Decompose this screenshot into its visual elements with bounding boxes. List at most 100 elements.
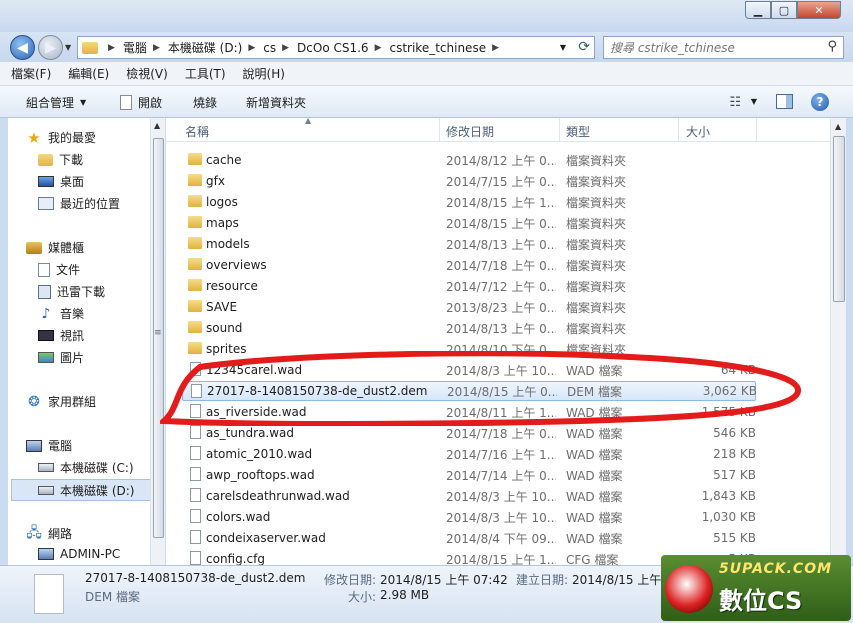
column-size[interactable]: 大小 xyxy=(686,123,710,140)
file-row[interactable]: colors.wad 2014/8/3 上午 10... WAD 檔案 1,030 K… xyxy=(182,507,756,527)
file-row[interactable]: sound 2014/8/13 上午 0... 檔案資料夾 xyxy=(182,318,756,338)
chevron-right-icon: ▶ xyxy=(492,42,499,53)
organize-button[interactable]: 組合管理 ▼ xyxy=(26,94,86,111)
help-icon[interactable]: ? xyxy=(811,93,829,111)
column-type[interactable]: 類型 xyxy=(566,123,590,140)
column-divider[interactable] xyxy=(756,118,757,142)
nav-network[interactable]: 🖧 網路 xyxy=(26,525,72,542)
forward-button[interactable]: ▶ xyxy=(38,35,63,60)
chevron-right-icon: ▶ xyxy=(374,42,382,53)
column-divider[interactable] xyxy=(439,118,440,142)
file-date: 2014/7/15 上午 0... xyxy=(446,174,556,189)
search-icon[interactable]: ⚲ xyxy=(827,39,837,54)
back-button[interactable]: ◀ xyxy=(10,35,35,60)
scroll-up-icon[interactable]: ▲ xyxy=(835,122,841,131)
scroll-up-icon[interactable]: ▲ xyxy=(154,121,160,130)
column-name[interactable]: 名稱 xyxy=(185,123,209,140)
file-name: maps xyxy=(206,216,239,230)
file-row[interactable]: overviews 2014/7/18 上午 0... 檔案資料夾 xyxy=(182,255,756,275)
breadcrumb-root[interactable]: ▶ xyxy=(102,43,123,53)
nav-drive-d[interactable]: 本機磁碟 (D:) xyxy=(11,479,151,501)
file-row[interactable]: as_tundra.wad 2014/7/18 上午 0... WAD 檔案 546 … xyxy=(182,423,756,443)
file-row[interactable]: cache 2014/8/12 上午 0... 檔案資料夾 xyxy=(182,150,756,170)
preview-pane-icon[interactable] xyxy=(776,94,793,109)
open-button[interactable]: 開啟 xyxy=(120,94,162,111)
file-row[interactable]: carelsdeathrunwad.wad 2014/8/3 上午 10... WA… xyxy=(182,486,756,506)
nav-admin-pc[interactable]: ADMIN-PC xyxy=(38,547,120,561)
file-list-scroll-thumb[interactable] xyxy=(833,136,845,302)
nav-scrollbar[interactable]: ▲ ≡ xyxy=(150,118,165,565)
menu-help[interactable]: 說明(H) xyxy=(243,65,285,82)
burn-button[interactable]: 燒錄 xyxy=(193,94,217,111)
address-dropdown-icon[interactable]: ▼ xyxy=(560,43,566,52)
nav-thunder-downloads[interactable]: 迅雷下載 xyxy=(38,283,105,300)
file-row[interactable]: awp_rooftops.wad 2014/7/14 上午 0... WAD 檔案 5… xyxy=(182,465,756,485)
search-box[interactable]: ⚲ xyxy=(603,36,844,59)
column-divider[interactable] xyxy=(559,118,560,142)
folder-icon xyxy=(188,174,202,186)
file-row[interactable]: as_riverside.wad 2014/8/11 上午 1... WAD 檔案 1… xyxy=(182,402,756,422)
nav-homegroup[interactable]: ❂ 家用群組 xyxy=(26,393,96,410)
nav-libraries[interactable]: 媒體櫃 xyxy=(26,239,84,256)
column-date[interactable]: 修改日期 xyxy=(446,123,494,140)
file-type: WAD 檔案 xyxy=(566,363,623,378)
file-row[interactable]: maps 2014/8/15 上午 0... 檔案資料夾 xyxy=(182,213,756,233)
column-divider[interactable] xyxy=(678,118,679,142)
file-row[interactable]: 27017-8-1408150738-de_dust2.dem 2014/8/15… xyxy=(182,381,757,401)
nav-drive-c[interactable]: 本機磁碟 (C:) xyxy=(38,459,134,476)
file-list-scrollbar[interactable]: ▲ xyxy=(830,118,846,565)
menu-edit[interactable]: 編輯(E) xyxy=(68,65,109,82)
detail-modified-label: 修改日期: xyxy=(324,573,377,587)
maximize-button[interactable]: ▢ xyxy=(771,1,797,19)
title-bar: ▁ ▢ ✕ xyxy=(0,0,853,32)
watermark-site: 5UPACK.COM xyxy=(719,561,833,577)
file-row[interactable]: condeixaserver.wad 2014/8/4 下午 09... WAD 檔… xyxy=(182,528,756,548)
breadcrumb-drive-d[interactable]: 本機磁碟 (D:) ▶ xyxy=(168,39,263,56)
file-row[interactable]: SAVE 2013/8/23 上午 0... 檔案資料夾 xyxy=(182,297,756,317)
nav-documents[interactable]: 文件 xyxy=(38,261,80,278)
nav-desktop[interactable]: 桌面 xyxy=(38,173,84,190)
nav-videos[interactable]: 視訊 xyxy=(38,327,84,344)
file-row[interactable]: gfx 2014/7/15 上午 0... 檔案資料夾 xyxy=(182,171,756,191)
file-row[interactable]: sprites 2014/8/10 下午 0... 檔案資料夾 xyxy=(182,339,756,359)
file-date: 2014/8/3 上午 10... xyxy=(446,363,556,378)
nav-pictures[interactable]: 圖片 xyxy=(38,349,84,366)
breadcrumb-dcoo[interactable]: DcOo CS1.6 ▶ xyxy=(297,41,389,55)
nav-favorites[interactable]: ★ 我的最愛 xyxy=(26,129,96,147)
grip-icon: ≡ xyxy=(154,328,162,338)
file-row[interactable]: logos 2014/8/15 上午 1... 檔案資料夾 xyxy=(182,192,756,212)
search-input[interactable] xyxy=(610,40,810,55)
drive-icon xyxy=(38,485,54,495)
menu-view[interactable]: 檢視(V) xyxy=(126,65,168,82)
nav-downloads[interactable]: 下載 xyxy=(38,151,83,168)
breadcrumb-computer[interactable]: 電腦 ▶ xyxy=(123,39,168,56)
recent-pages-dropdown[interactable]: ▼ xyxy=(65,43,71,52)
breadcrumb-cstrike[interactable]: cstrike_tchinese ▶ xyxy=(389,41,507,55)
file-row[interactable]: atomic_2010.wad 2014/7/16 上午 1... WAD 檔案 21… xyxy=(182,444,756,464)
file-name: config.cfg xyxy=(206,552,265,565)
menu-tools[interactable]: 工具(T) xyxy=(185,65,226,82)
file-icon xyxy=(190,425,201,439)
view-options-icon[interactable]: ☷ xyxy=(729,95,741,110)
view-dropdown-icon[interactable]: ▼ xyxy=(751,97,757,106)
refresh-icon[interactable]: ⟳ xyxy=(578,39,590,55)
close-button[interactable]: ✕ xyxy=(797,1,841,19)
file-row[interactable]: models 2014/8/13 上午 0... 檔案資料夾 xyxy=(182,234,756,254)
nav-computer[interactable]: 電腦 xyxy=(26,437,72,454)
menu-file[interactable]: 檔案(F) xyxy=(11,65,51,82)
breadcrumb-cs[interactable]: cs ▶ xyxy=(263,41,297,55)
nav-music[interactable]: ♪ 音樂 xyxy=(38,305,84,322)
detail-size-label: 大小: xyxy=(348,590,377,604)
file-type: 檔案資料夾 xyxy=(566,153,627,168)
file-type: WAD 檔案 xyxy=(566,489,623,504)
address-bar[interactable]: ▶ 電腦 ▶ 本機磁碟 (D:) ▶ cs ▶ DcOo CS1.6 ▶ cstrike… xyxy=(77,36,595,59)
file-row[interactable]: resource 2014/7/12 上午 0... 檔案資料夾 xyxy=(182,276,756,296)
minimize-button[interactable]: ▁ xyxy=(745,1,771,19)
nav-recent-places[interactable]: 最近的位置 xyxy=(38,195,120,212)
new-folder-button[interactable]: 新增資料夾 xyxy=(246,94,306,111)
folder-icon xyxy=(188,321,202,333)
file-row[interactable]: 12345carel.wad 2014/8/3 上午 10... WAD 檔案 64 … xyxy=(182,360,756,380)
arrow-right-icon: ▶ xyxy=(45,39,56,56)
nav-scroll-thumb[interactable] xyxy=(153,138,164,538)
file-type: 檔案資料夾 xyxy=(566,237,627,252)
